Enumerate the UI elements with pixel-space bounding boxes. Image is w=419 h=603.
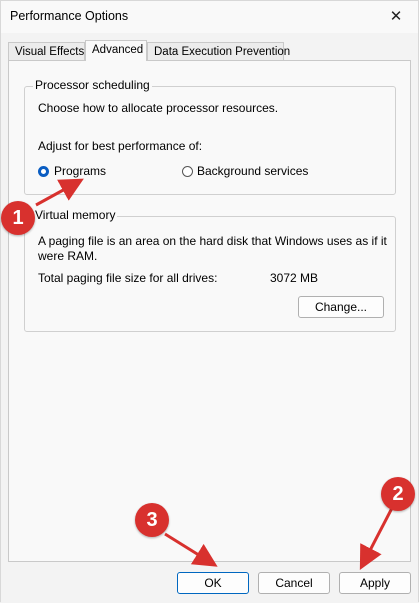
annotation-arrow-1 (35, 178, 84, 207)
annotation-badge-3: 3 (135, 503, 169, 537)
annotation-arrow-3 (164, 532, 218, 567)
annotation-badge-1: 1 (1, 201, 35, 235)
annotation-arrows (35, 178, 394, 570)
annotation-badge-2: 2 (381, 477, 415, 511)
annotation-arrow-2 (359, 507, 394, 570)
